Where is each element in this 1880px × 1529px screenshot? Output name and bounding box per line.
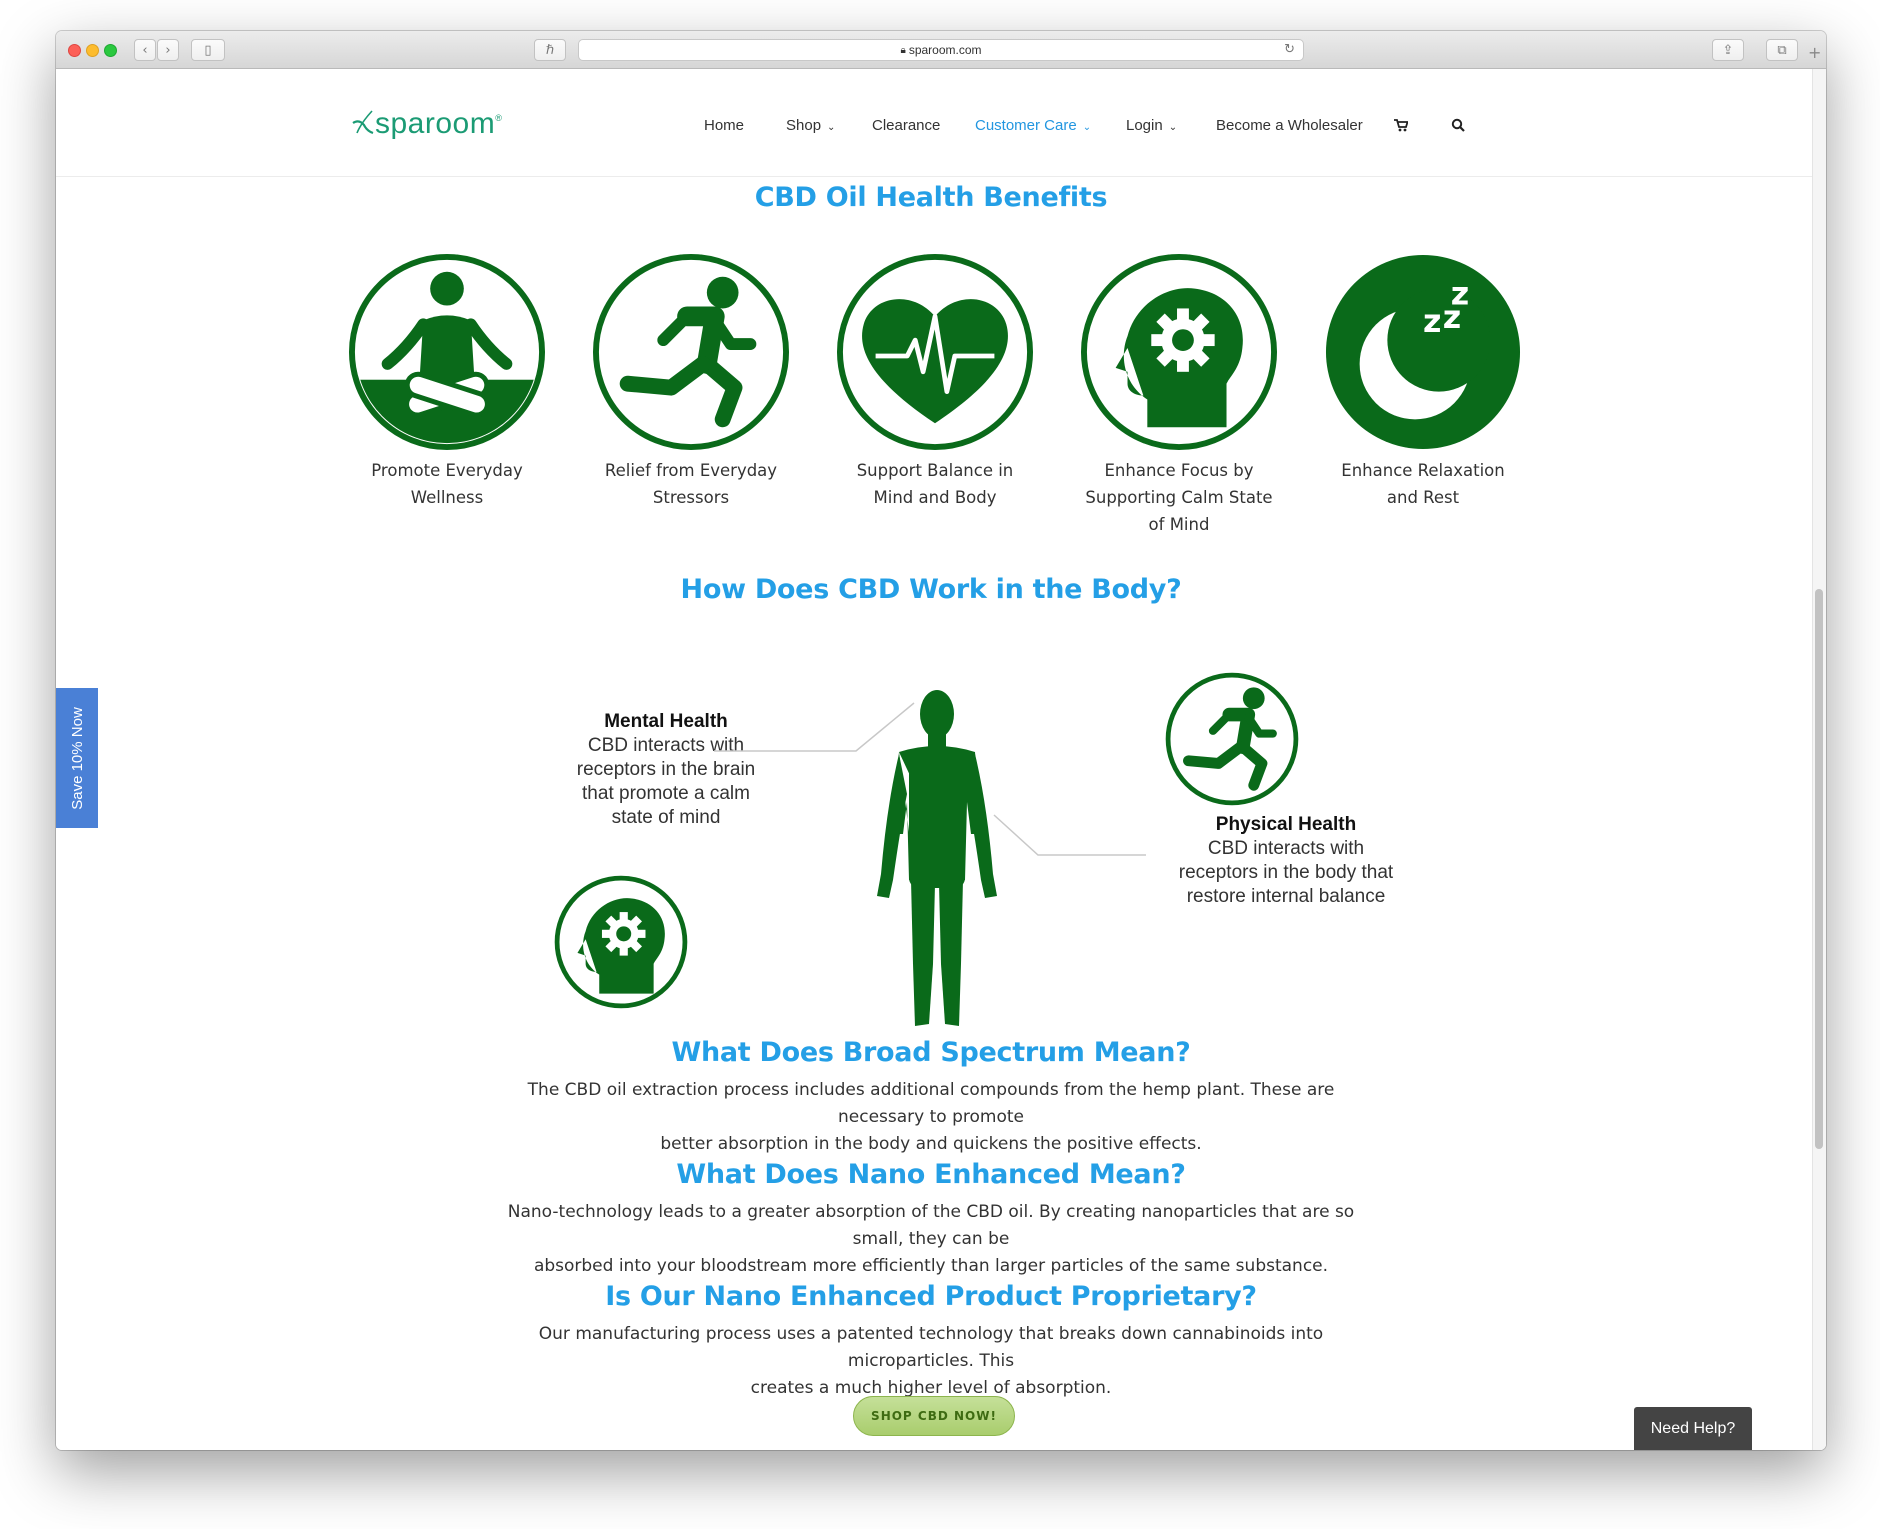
sidebar-icon: ▯	[204, 42, 212, 58]
need-help-button[interactable]: Need Help?	[1634, 1407, 1752, 1450]
save-tab-label: Save 10% Now	[68, 706, 86, 810]
chevron-right-icon: ›	[165, 42, 171, 58]
web-page: sparoom ® Home Shop ⌄ Clearance Customer …	[56, 69, 1826, 1450]
browser-toolbar: ‹ › ▯ ℏ 🔒︎ sparoom.com ↻ ⇪ ⧉ +	[56, 31, 1826, 69]
tabs-icon: ⧉	[1777, 42, 1787, 58]
back-button[interactable]: ‹	[134, 39, 156, 61]
tabs-overview-button[interactable]: ⧉	[1766, 39, 1798, 61]
new-tab-button[interactable]: +	[1808, 43, 1821, 62]
url-text: sparoom.com	[908, 43, 982, 57]
save-10-tab[interactable]: Save 10% Now	[56, 688, 98, 828]
proprietary-text: Our manufacturing process uses a patente…	[538, 1324, 1324, 1398]
forward-button[interactable]: ›	[157, 39, 179, 61]
brain-gear-icon	[554, 875, 688, 1009]
close-window-button[interactable]	[68, 44, 81, 57]
broad-spectrum-heading: What Does Broad Spectrum Mean?	[671, 1037, 1191, 1068]
broad-spectrum-text: The CBD oil extraction process includes …	[527, 1080, 1335, 1154]
extension-button[interactable]: ℏ	[534, 39, 566, 61]
proprietary-heading: Is Our Nano Enhanced Product Proprietary…	[605, 1281, 1257, 1312]
sidebar-toggle-button[interactable]: ▯	[191, 39, 225, 61]
scroll-thumb[interactable]	[1815, 589, 1823, 1149]
share-button[interactable]: ⇪	[1712, 39, 1744, 61]
maximize-window-button[interactable]	[104, 44, 117, 57]
minimize-window-button[interactable]	[86, 44, 99, 57]
nano-enhanced-heading: What Does Nano Enhanced Mean?	[676, 1159, 1186, 1190]
address-bar[interactable]: 🔒︎ sparoom.com ↻	[578, 39, 1304, 61]
human-body-icon	[877, 690, 997, 1026]
chevron-left-icon: ‹	[142, 42, 148, 58]
share-icon: ⇪	[1722, 42, 1734, 58]
reload-icon[interactable]: ↻	[1284, 42, 1295, 57]
shop-cbd-button[interactable]: SHOP CBD NOW!	[853, 1396, 1015, 1436]
lock-icon: 🔒︎	[900, 44, 906, 56]
browser-window: ‹ › ▯ ℏ 🔒︎ sparoom.com ↻ ⇪ ⧉ + sparoom ®…	[56, 31, 1826, 1450]
nano-enhanced-text: Nano-technology leads to a greater absor…	[507, 1202, 1355, 1276]
extension-icon: ℏ	[545, 42, 555, 58]
running-icon	[1165, 672, 1299, 806]
scrollbar[interactable]	[1812, 69, 1826, 1450]
